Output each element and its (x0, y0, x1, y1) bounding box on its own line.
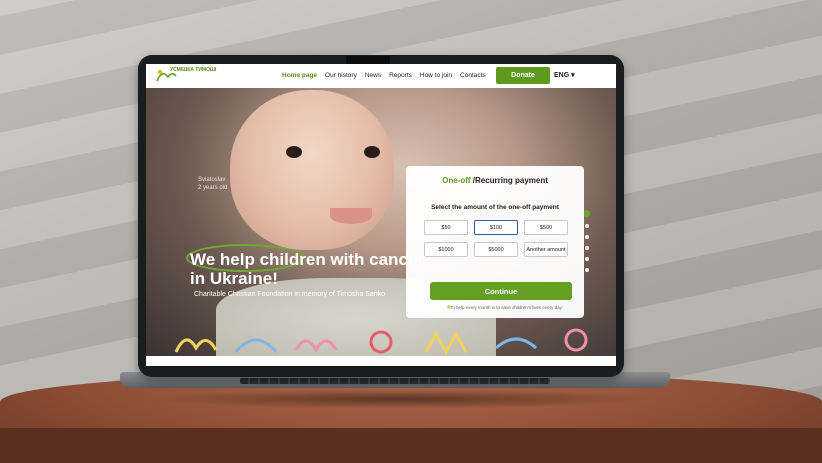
one-off-tab[interactable]: One-off (442, 176, 470, 185)
nav-how-to-join[interactable]: How to join (420, 72, 452, 79)
navbar: УСМІШКА ТИМОШІ Home page Our history New… (146, 64, 616, 88)
laptop-screen: УСМІШКА ТИМОШІ Home page Our history New… (146, 64, 616, 366)
child-eye-left (286, 146, 302, 158)
nav-history[interactable]: Our history (325, 72, 357, 79)
amount-option[interactable]: $5000 (474, 242, 518, 257)
nav-menu: Home page Our history News Reports How t… (282, 72, 486, 79)
donate-button[interactable]: Donate (496, 67, 550, 84)
child-caption: Sviatoslav 2 years old (198, 176, 227, 192)
slider-dots (583, 210, 590, 272)
nav-reports[interactable]: Reports (389, 72, 412, 79)
nav-home[interactable]: Home page (282, 72, 317, 79)
amount-option[interactable]: $1000 (424, 242, 468, 257)
child-mouth (330, 208, 372, 224)
nav-news[interactable]: News (365, 72, 381, 79)
hero-subline: Charitable Christian Foundation in memor… (194, 291, 386, 298)
nav-contacts[interactable]: Contacts (460, 72, 486, 79)
recurring-tab[interactable]: /Recurring payment (471, 176, 548, 185)
slider-dot[interactable] (584, 224, 589, 228)
table-edge (0, 428, 822, 463)
donation-card: One-off /Recurring payment Select the am… (406, 166, 584, 318)
slider-dot[interactable] (584, 268, 589, 272)
donation-note: To help every month is to save children'… (450, 305, 562, 310)
slider-dot[interactable] (583, 210, 590, 217)
slider-dot[interactable] (584, 246, 589, 250)
logo-text: УСМІШКА ТИМОШІ (170, 67, 217, 73)
hero-section: Sviatoslav 2 years old We help children … (146, 88, 616, 358)
laptop-shadow (150, 389, 650, 409)
doodle-decoration (174, 328, 588, 356)
hero-headline: We help children with cancer in Ukraine! (190, 250, 424, 288)
slider-dot[interactable] (584, 257, 589, 261)
language-selector[interactable]: ENG ▾ (554, 71, 575, 79)
amount-option[interactable]: $50 (424, 220, 468, 235)
amount-option-selected[interactable]: $100 (474, 220, 518, 235)
child-eye-right (364, 146, 380, 158)
child-name: Sviatoslav (198, 177, 226, 183)
continue-button[interactable]: Continue (430, 282, 572, 300)
another-amount-option[interactable]: Another amount (524, 242, 568, 257)
laptop-keyboard (240, 378, 550, 384)
child-photo (230, 90, 394, 250)
child-age: 2 years old (198, 185, 228, 191)
amount-option[interactable]: $500 (524, 220, 568, 235)
slider-dot[interactable] (584, 235, 589, 239)
amount-options: $50 $100 $500 $1000 $5000 Another amount (424, 220, 570, 257)
amount-prompt: Select the amount of the one-off payment (431, 204, 559, 211)
page-bottom (146, 356, 616, 366)
payment-type-toggle[interactable]: One-off /Recurring payment (406, 176, 584, 185)
